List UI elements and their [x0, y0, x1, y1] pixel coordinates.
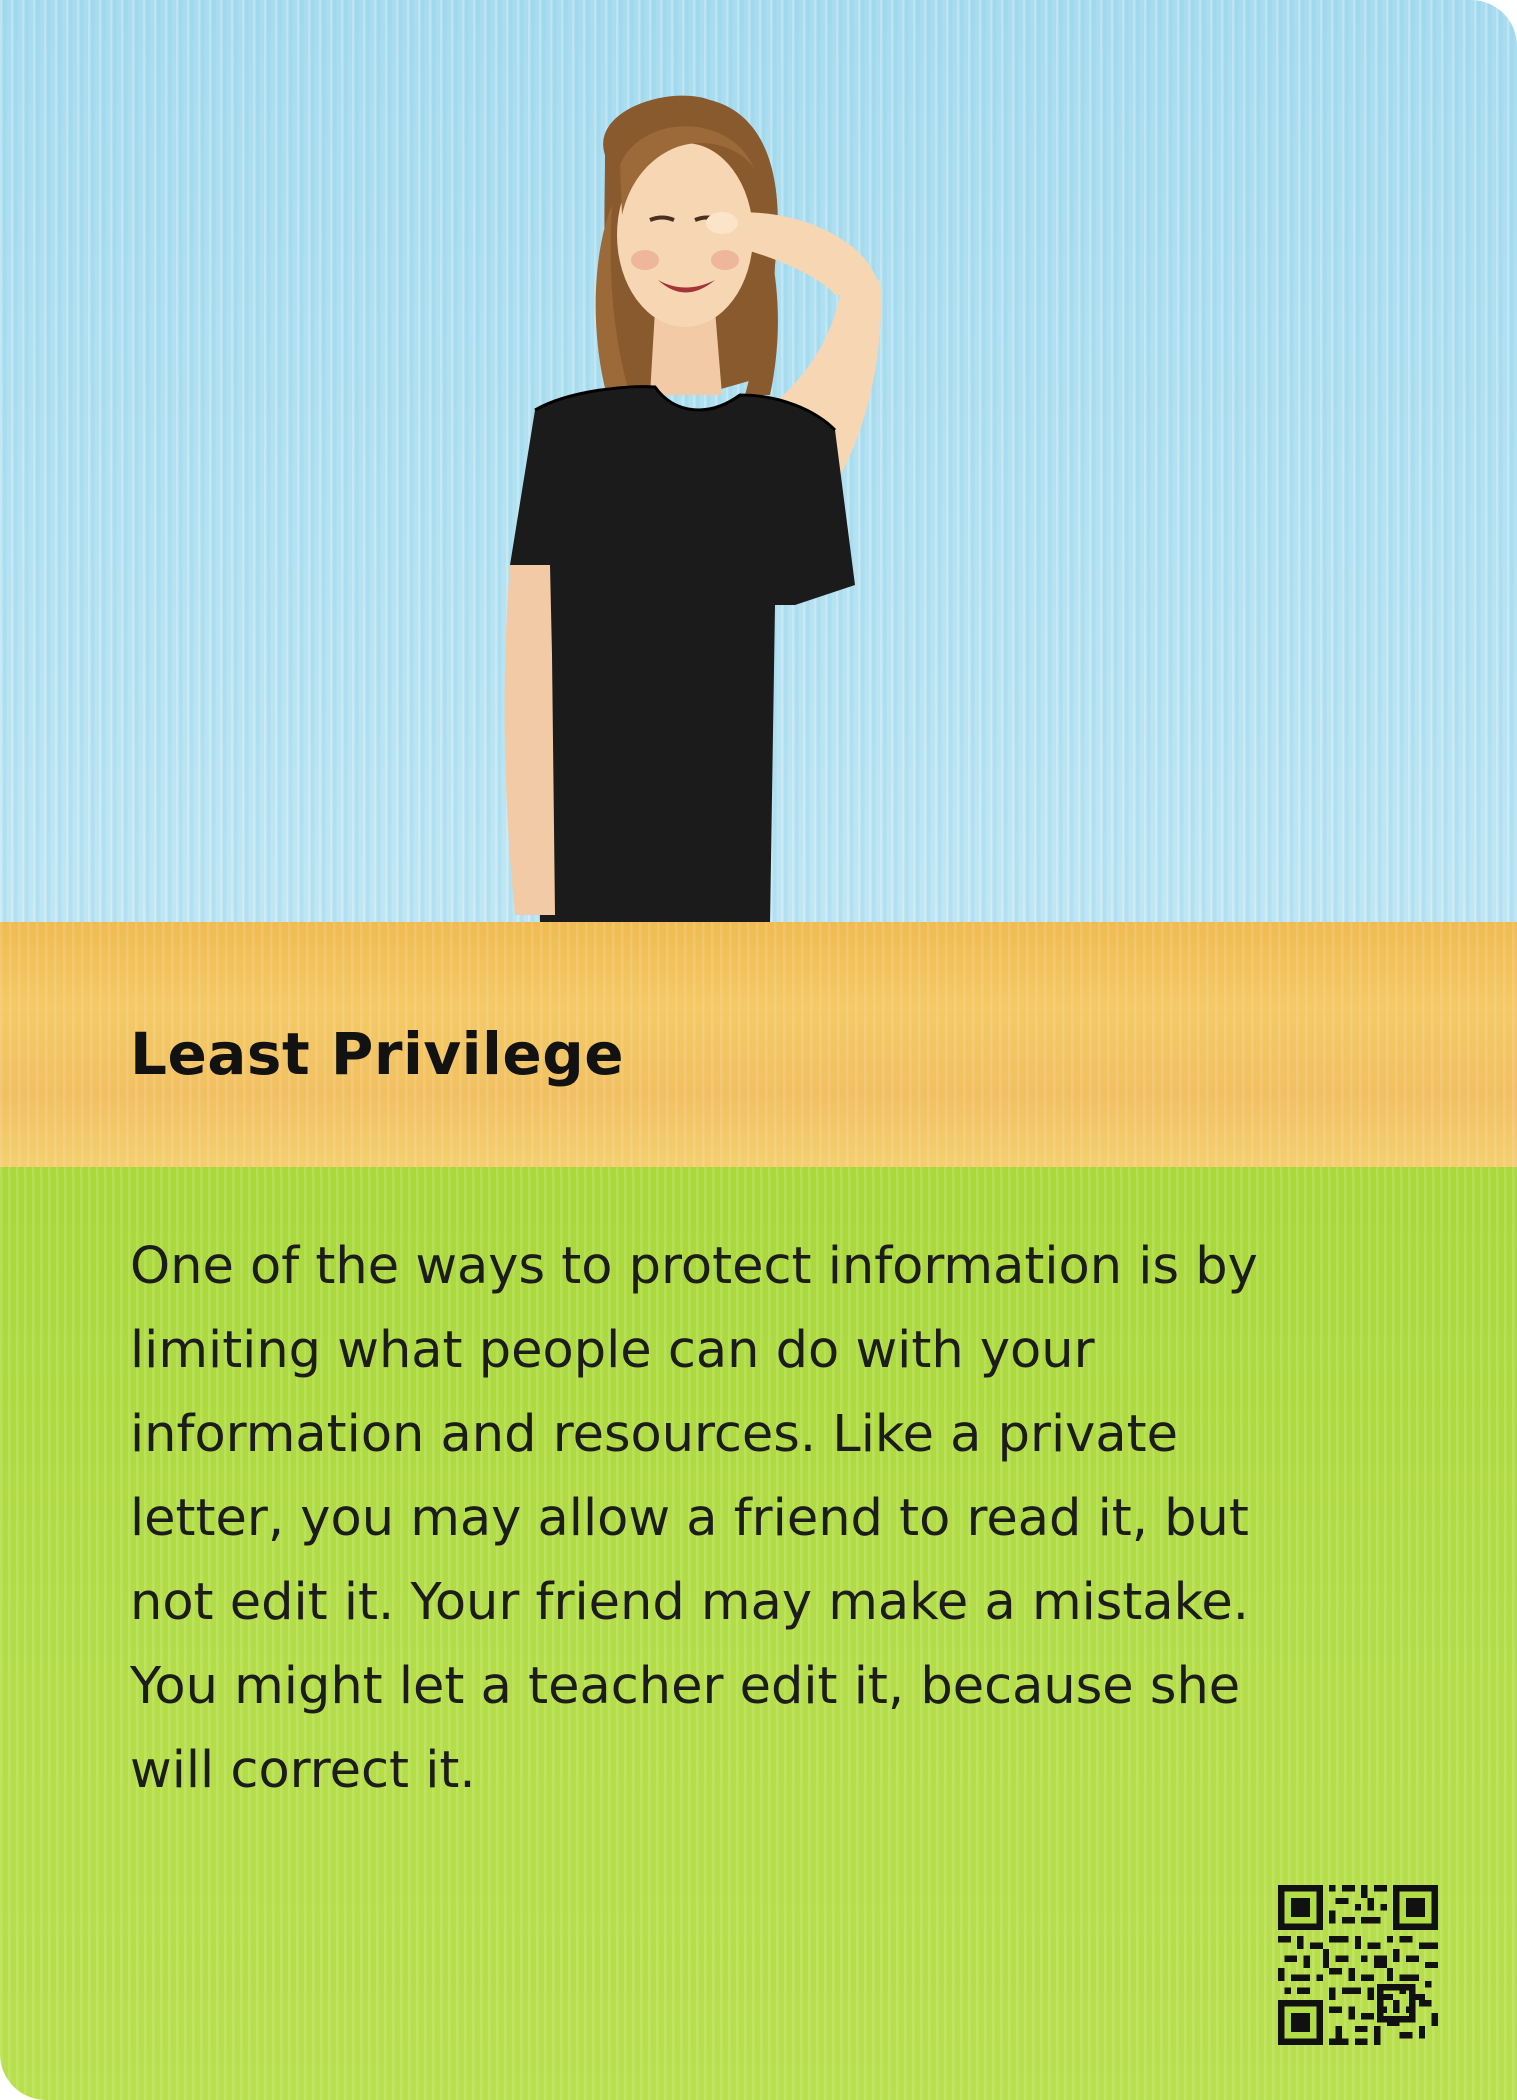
sign-card: Least Privilege One of the ways to prote…: [0, 0, 1517, 2100]
card-description: One of the ways to protect information i…: [130, 1237, 1258, 1800]
person-signing-illustration: [504, 95, 881, 925]
card-title: Least Privilege: [130, 1020, 625, 1088]
photo-panel: [0, 0, 1517, 925]
qr-code-icon: [1278, 1885, 1438, 2045]
